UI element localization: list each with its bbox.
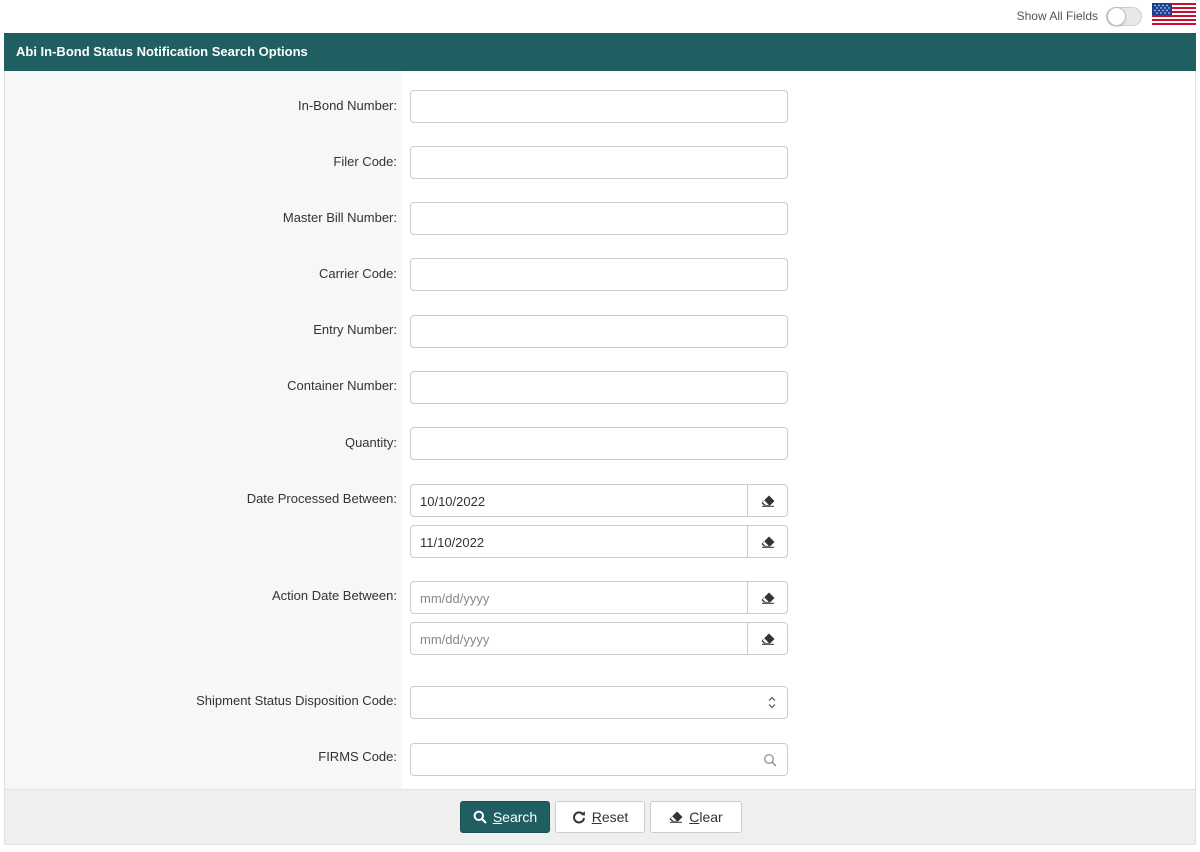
filer-code-label: Filer Code:: [333, 154, 397, 169]
clear-action-date-to-button[interactable]: [747, 623, 787, 654]
firms-code-label: FIRMS Code:: [318, 749, 397, 764]
toggle-knob: [1107, 7, 1126, 26]
eraser-icon: [761, 592, 774, 604]
shipment-status-select[interactable]: [410, 686, 788, 719]
date-processed-label: Date Processed Between:: [246, 491, 397, 506]
in-bond-number-label: In-Bond Number:: [298, 98, 397, 113]
eraser-icon: [761, 633, 774, 645]
container-number-label: Container Number:: [287, 378, 397, 393]
refresh-icon: [572, 811, 585, 824]
reset-button-label: Reset: [591, 809, 629, 825]
date-processed-from-value: 10/10/2022: [420, 494, 486, 509]
clear-action-date-from-button[interactable]: [747, 582, 787, 613]
in-bond-number-input[interactable]: [410, 90, 788, 123]
carrier-code-label: Carrier Code:: [318, 266, 397, 281]
search-button-label: Search: [492, 809, 538, 825]
eraser-icon: [669, 811, 683, 823]
search-icon[interactable]: [763, 753, 777, 767]
action-date-label: Action Date Between:: [271, 588, 397, 603]
date-processed-to-value: 11/10/2022: [420, 535, 485, 550]
show-all-fields-toggle[interactable]: [1106, 7, 1142, 26]
us-flag-icon[interactable]: [1152, 3, 1196, 27]
reset-button[interactable]: Reset: [555, 801, 645, 833]
date-processed-to-input[interactable]: 11/10/2022: [410, 525, 788, 558]
search-form: In-Bond Number: Filer Code: Master Bill …: [4, 71, 1196, 789]
entry-number-label: Entry Number:: [313, 322, 397, 337]
master-bill-number-label: Master Bill Number:: [282, 210, 397, 225]
button-bar: Search Reset Clear: [4, 789, 1196, 845]
action-date-from-input[interactable]: mm/dd/yyyy: [410, 581, 788, 614]
clear-button[interactable]: Clear: [650, 801, 742, 833]
quantity-label: Quantity:: [344, 435, 397, 450]
label-column: [5, 71, 402, 789]
action-date-to-placeholder: mm/dd/yyyy: [420, 632, 490, 647]
action-date-to-input[interactable]: mm/dd/yyyy: [410, 622, 788, 655]
eraser-icon: [761, 495, 774, 507]
container-number-input[interactable]: [410, 371, 788, 404]
action-date-from-placeholder: mm/dd/yyyy: [420, 591, 490, 606]
search-button[interactable]: Search: [460, 801, 550, 833]
panel-title: Abi In-Bond Status Notification Search O…: [4, 33, 1196, 71]
search-icon: [473, 810, 487, 824]
date-processed-from-input[interactable]: 10/10/2022: [410, 484, 788, 517]
clear-button-label: Clear: [689, 809, 723, 825]
eraser-icon: [761, 536, 774, 548]
select-arrows-icon: [768, 696, 776, 709]
clear-date-processed-to-button[interactable]: [747, 526, 787, 557]
show-all-fields-label: Show All Fields: [1016, 9, 1098, 23]
top-bar: Show All Fields: [0, 0, 1200, 32]
clear-date-processed-from-button[interactable]: [747, 485, 787, 516]
master-bill-number-input[interactable]: [410, 202, 788, 235]
quantity-input[interactable]: [410, 427, 788, 460]
carrier-code-input[interactable]: [410, 258, 788, 291]
firms-code-input[interactable]: [410, 743, 788, 776]
filer-code-input[interactable]: [410, 146, 788, 179]
shipment-status-label: Shipment Status Disposition Code:: [196, 693, 397, 708]
entry-number-input[interactable]: [410, 315, 788, 348]
